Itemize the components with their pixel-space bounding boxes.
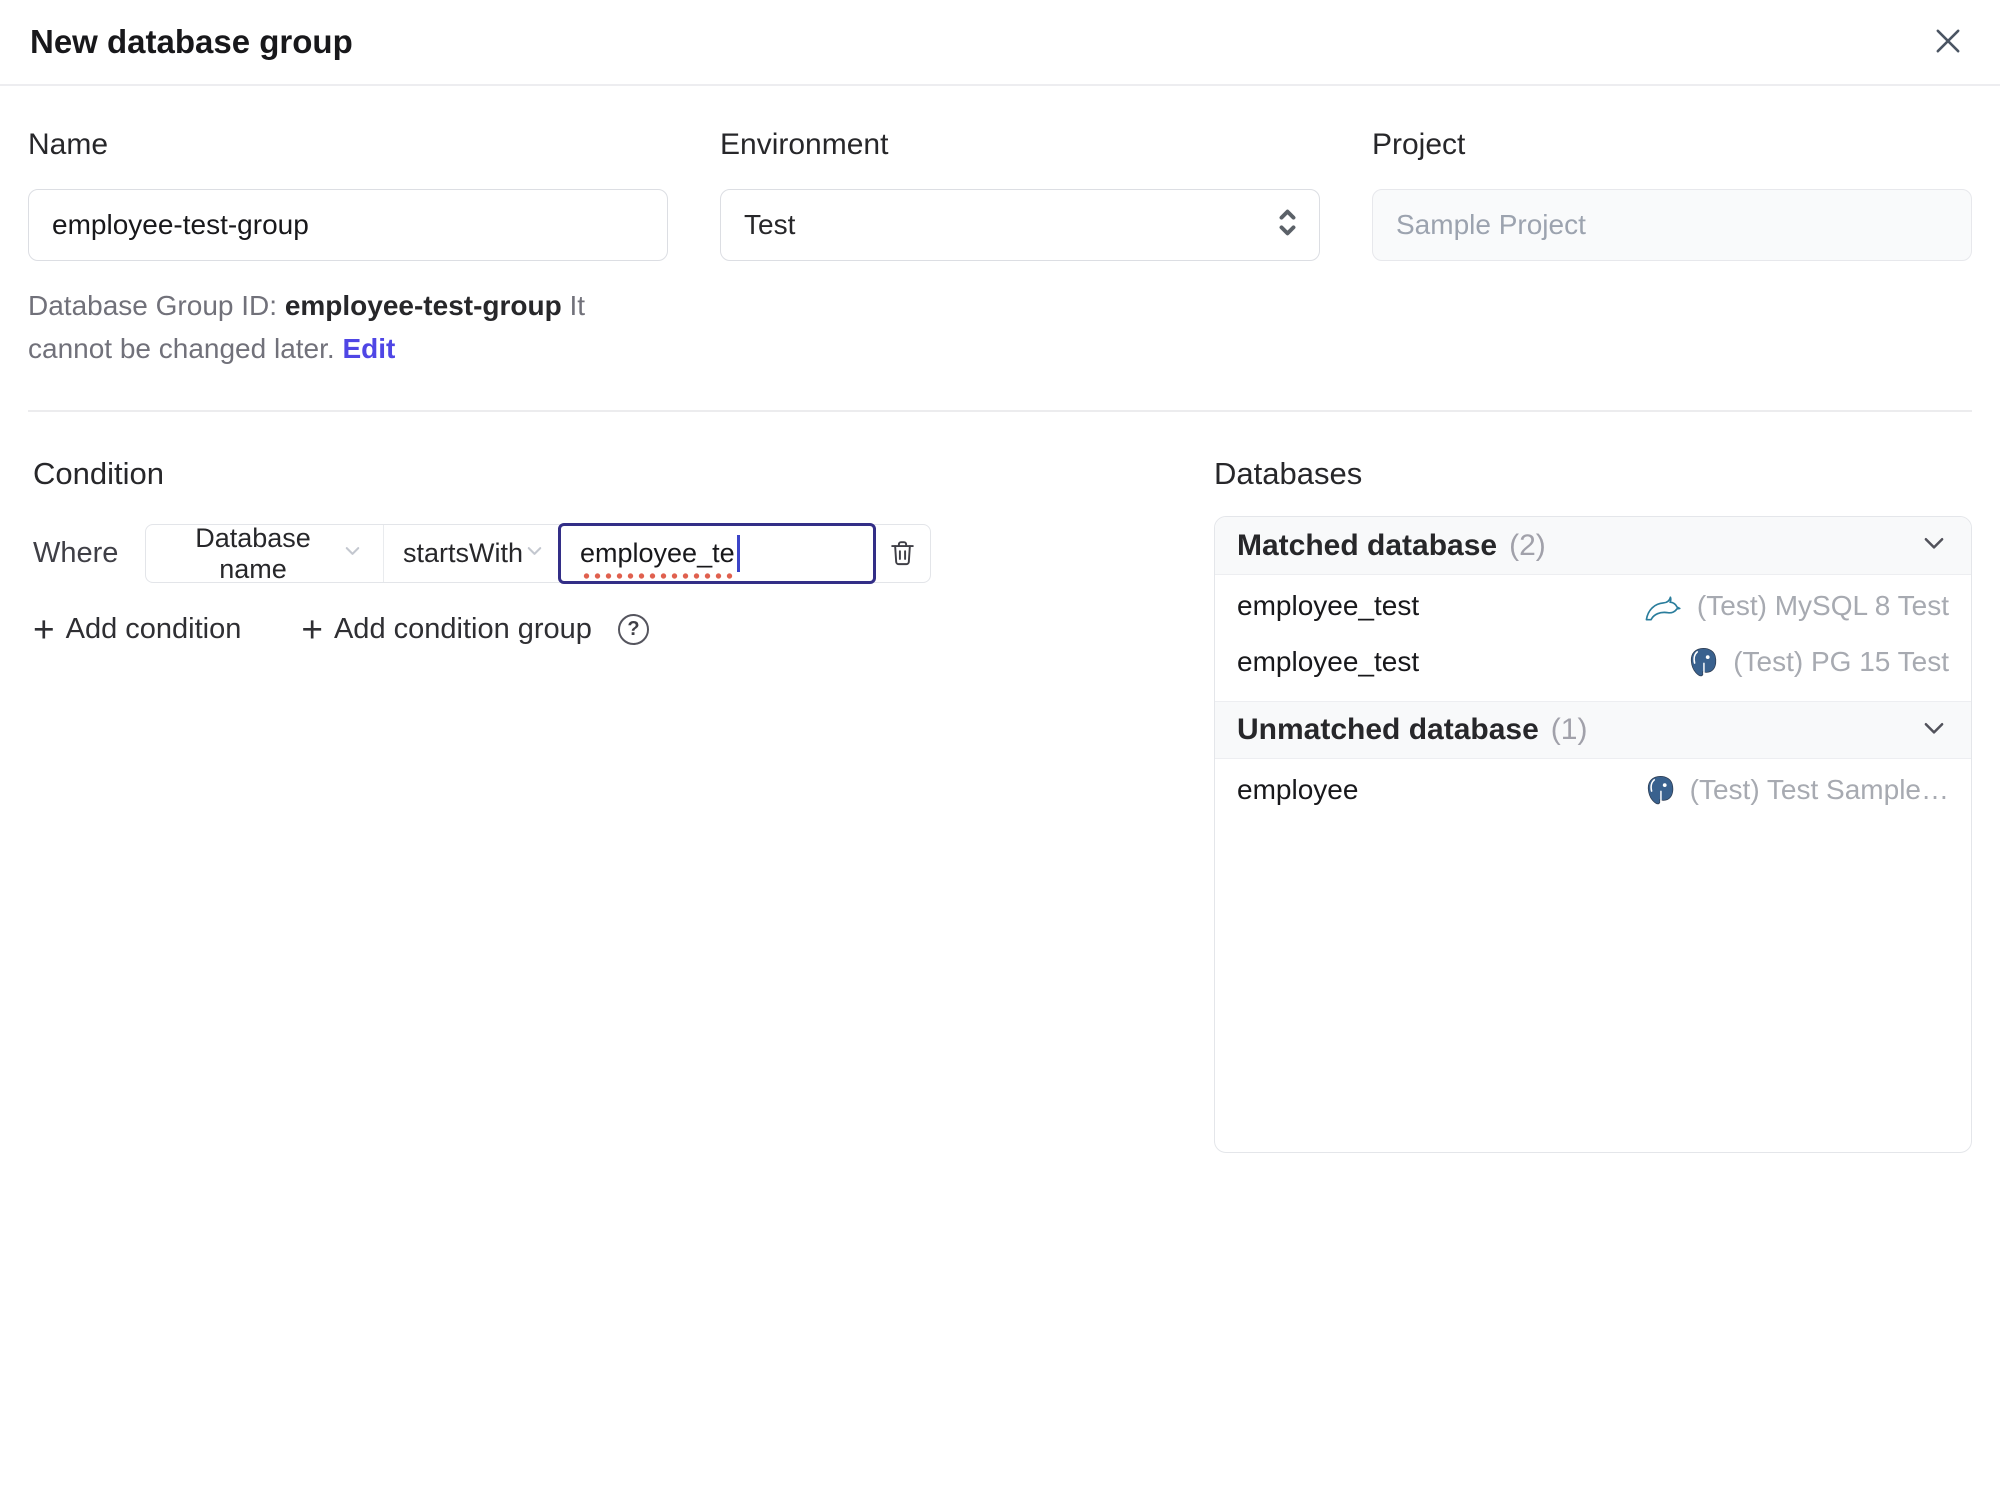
- database-instance-label: (Test) PG 15 Test: [1733, 646, 1949, 677]
- condition-value-input[interactable]: employee_te: [558, 523, 876, 584]
- unmatched-database-title: Unmatched database: [1237, 713, 1539, 746]
- matched-database-rows: employee_test (Test) MySQL 8 Test employ…: [1215, 575, 1971, 701]
- environment-value: Test: [744, 209, 796, 240]
- condition-field-dropdown[interactable]: Database name: [146, 522, 384, 584]
- database-name: employee_test: [1237, 646, 1420, 677]
- database-instance: (Test) PG 15 Test: [1686, 645, 1949, 680]
- databases-panel: Matched database (2) employee_test (Test…: [1214, 516, 1972, 1153]
- close-icon: [1930, 23, 1966, 62]
- condition-section: Condition Where Database name startsWith: [33, 412, 1214, 1153]
- matched-database-title-wrap: Matched database (2): [1237, 529, 1546, 563]
- environment-field-group: Environment Test: [720, 128, 1320, 370]
- chevron-down-icon: [341, 538, 364, 569]
- database-instance-label: (Test) Test Sample…: [1689, 774, 1949, 805]
- condition-operator-dropdown[interactable]: startsWith: [384, 525, 560, 582]
- unmatched-database-rows: employee (Test) Test Sample…: [1215, 759, 1971, 829]
- database-instance-label: (Test) MySQL 8 Test: [1696, 590, 1949, 621]
- database-name: employee_test: [1237, 590, 1420, 621]
- databases-heading: Databases: [1214, 456, 1363, 491]
- database-instance: (Test) MySQL 8 Test: [1641, 590, 1949, 622]
- postgres-icon: [1643, 773, 1678, 808]
- chevron-down-icon: [523, 538, 546, 569]
- dialog-header: New database group: [0, 0, 2000, 86]
- add-condition-group-button[interactable]: + Add condition group ?: [301, 608, 649, 650]
- condition-value-text: employee_te: [580, 538, 737, 579]
- postgres-icon: [1686, 645, 1721, 680]
- environment-select[interactable]: Test: [720, 189, 1320, 261]
- where-label: Where: [33, 537, 119, 569]
- add-condition-button[interactable]: + Add condition: [33, 608, 242, 650]
- project-field-group: Project: [1372, 128, 1972, 370]
- add-condition-label: Add condition: [65, 613, 242, 645]
- unmatched-database-header[interactable]: Unmatched database (1): [1215, 701, 1971, 759]
- database-row: employee_test (Test) PG 15 Test: [1215, 634, 1971, 690]
- database-row: employee_test (Test) MySQL 8 Test: [1215, 578, 1971, 634]
- database-row: employee (Test) Test Sample…: [1215, 762, 1971, 818]
- name-field-group: Name Database Group ID: employee-test-gr…: [28, 128, 668, 370]
- name-label: Name: [28, 128, 109, 161]
- unmatched-database-count: (1): [1550, 713, 1588, 746]
- form-grid: Name Database Group ID: employee-test-gr…: [0, 86, 2000, 370]
- group-id-note: Database Group ID: employee-test-group I…: [28, 284, 668, 370]
- dialog-title: New database group: [30, 23, 353, 60]
- project-label: Project: [1372, 128, 1466, 161]
- edit-group-id-link[interactable]: Edit: [342, 333, 395, 364]
- mysql-icon: [1641, 590, 1685, 622]
- help-icon[interactable]: ?: [617, 614, 649, 645]
- delete-condition-button[interactable]: [874, 525, 930, 582]
- add-condition-group-label: Add condition group: [333, 613, 592, 645]
- databases-section: Databases Matched database (2) employee_t…: [1214, 412, 1972, 1153]
- select-updown-icon: [1274, 204, 1301, 246]
- group-id-value: employee-test-group: [284, 290, 562, 321]
- trash-icon: [887, 537, 918, 571]
- condition-field-value: Database name: [195, 522, 311, 584]
- text-cursor: [736, 535, 740, 572]
- condition-heading: Condition: [33, 456, 164, 491]
- main-columns: Condition Where Database name startsWith: [0, 412, 2000, 1153]
- matched-database-title: Matched database: [1237, 528, 1498, 562]
- name-input[interactable]: [28, 189, 668, 261]
- database-instance: (Test) Test Sample…: [1643, 773, 1949, 808]
- plus-icon: +: [33, 608, 55, 650]
- matched-database-header[interactable]: Matched database (2): [1215, 517, 1971, 575]
- condition-operator-value: startsWith: [403, 538, 524, 568]
- condition-expression-group: Database name startsWith employee_te: [145, 522, 931, 584]
- plus-icon: +: [301, 608, 323, 650]
- environment-label: Environment: [720, 128, 889, 161]
- chevron-down-icon: [1919, 528, 1949, 563]
- matched-database-count: (2): [1509, 528, 1546, 562]
- group-id-prefix: Database Group ID:: [28, 290, 278, 321]
- condition-row: Where Database name startsWith employee_…: [33, 522, 1174, 584]
- condition-actions: + Add condition + Add condition group ?: [33, 608, 1174, 650]
- unmatched-database-title-wrap: Unmatched database (1): [1237, 713, 1587, 747]
- close-button[interactable]: [1926, 19, 1970, 66]
- database-name: employee: [1237, 774, 1359, 805]
- project-input[interactable]: [1372, 189, 1972, 261]
- chevron-down-icon: [1919, 713, 1949, 748]
